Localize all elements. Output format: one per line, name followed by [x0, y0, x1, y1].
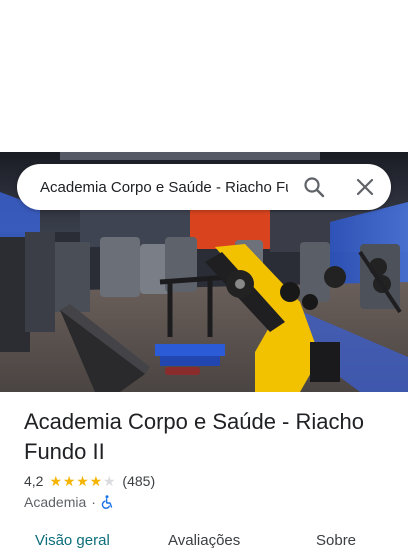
place-category: Academia — [24, 494, 87, 510]
close-icon — [356, 178, 374, 196]
search-bar[interactable]: Academia Corpo e Saúde - Riacho Fundo II — [17, 164, 391, 210]
category-row: Academia · — [24, 493, 114, 511]
search-icon — [304, 177, 325, 198]
wheelchair-accessible-icon — [101, 495, 113, 509]
search-button[interactable] — [302, 175, 326, 199]
tab-about[interactable]: Sobre — [316, 532, 356, 550]
rating-value: 4,2 — [24, 473, 44, 489]
tab-overview[interactable]: Visão geral — [35, 532, 110, 550]
star-rating: ★ ★ ★ ★ ★ — [49, 474, 116, 488]
star-icon: ★ — [76, 473, 89, 489]
search-input[interactable]: Academia Corpo e Saúde - Riacho Fundo II — [40, 177, 288, 199]
rating-row[interactable]: 4,2 ★ ★ ★ ★ ★ (485) — [24, 472, 155, 490]
star-icon: ★ — [62, 473, 76, 489]
star-icon: ★ — [49, 473, 63, 489]
star-empty-icon: ★ — [103, 473, 116, 489]
clear-search-button[interactable] — [353, 175, 377, 199]
separator: · — [91, 494, 96, 510]
tab-reviews[interactable]: Avaliações — [168, 532, 240, 550]
place-tabs: Visão geral Avaliações Sobre — [0, 528, 408, 549]
review-count[interactable]: (485) — [122, 473, 155, 489]
star-icon: ★ — [89, 473, 103, 489]
place-title: Academia Corpo e Saúde - Riacho Fundo II — [24, 409, 364, 464]
